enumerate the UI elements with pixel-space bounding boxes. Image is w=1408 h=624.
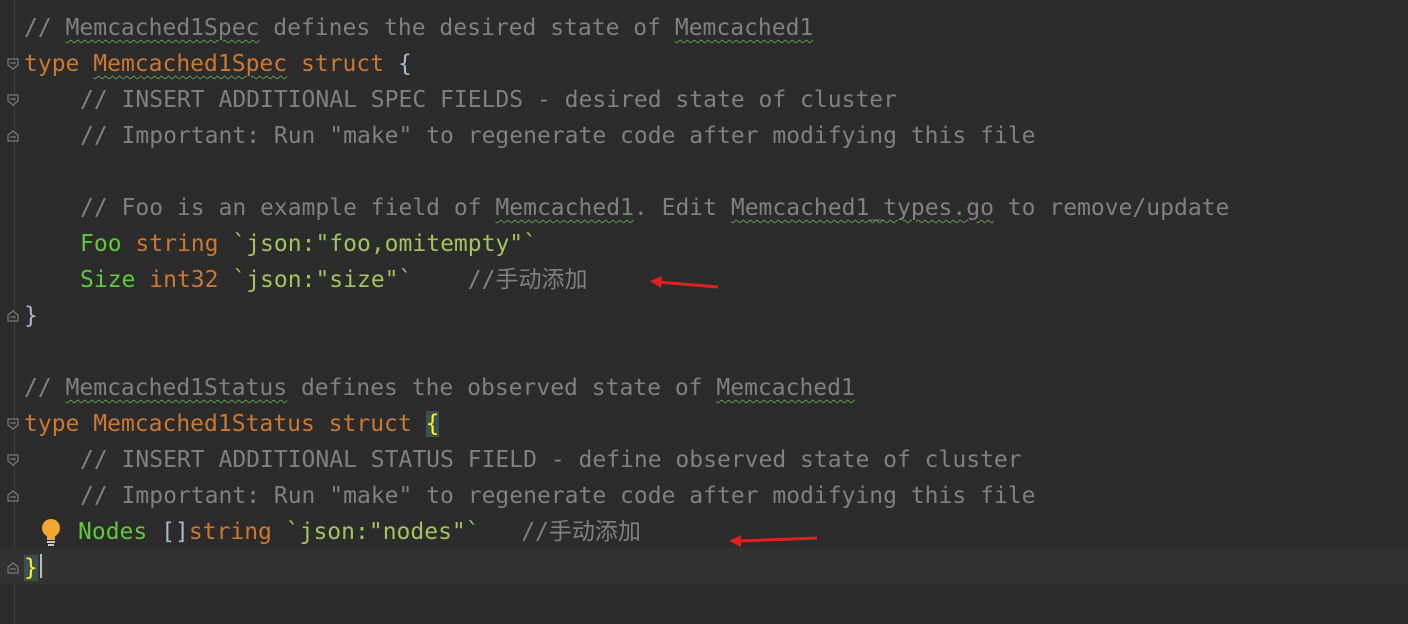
open-brace: { [397, 51, 412, 77]
comment-text: // Foo is an example field of [80, 195, 496, 221]
code-line[interactable]: } [24, 298, 38, 334]
fold-marker-icon[interactable] [6, 93, 20, 107]
file-reference: Memcached1_types.go [730, 195, 994, 221]
inline-comment: //手动添加 [467, 267, 588, 293]
code-line[interactable]: // Memcached1Status defines the observed… [24, 370, 855, 406]
field-type: int32 [149, 267, 219, 293]
comment-text: // INSERT ADDITIONAL STATUS FIELD - defi… [80, 447, 1022, 473]
code-line[interactable]: Size int32 `json:"size"` //手动添加 [80, 262, 587, 298]
red-arrow-annotation [729, 535, 818, 547]
type-reference: Memcached1 [674, 15, 814, 41]
inline-comment: //手动添加 [521, 519, 641, 545]
comment-prefix: // [24, 375, 66, 401]
current-line-highlight [0, 548, 1408, 584]
struct-tag: `json:"foo,omitempty"` [232, 231, 537, 257]
struct-tag: `json:"size"` [232, 267, 413, 293]
comment-text: // Important: Run "make" to regenerate c… [80, 123, 1036, 149]
fold-marker-icon[interactable] [6, 57, 20, 71]
struct-name: Memcached1Spec [93, 51, 288, 77]
lightbulb-icon[interactable] [38, 517, 64, 547]
fold-marker-icon[interactable] [6, 417, 20, 431]
close-brace: } [24, 303, 38, 329]
comment-text: defines the observed state of [287, 375, 717, 401]
code-line[interactable]: Nodes []string `json:"nodes"` //手动添加 [78, 514, 641, 550]
fold-marker-icon[interactable] [6, 561, 20, 575]
code-line[interactable]: // INSERT ADDITIONAL SPEC FIELDS - desir… [80, 82, 897, 118]
comment-prefix: // [24, 15, 66, 41]
close-brace-highlighted: } [24, 555, 38, 581]
type-reference: Memcached1Status [65, 375, 288, 401]
field-name: Size [80, 267, 136, 293]
type-reference: Memcached1Spec [65, 15, 260, 41]
code-line[interactable]: // Foo is an example field of Memcached1… [80, 190, 1229, 226]
field-type: string [188, 519, 272, 545]
struct-name: Memcached1Status [93, 411, 315, 437]
code-line[interactable]: type Memcached1Spec struct { [24, 46, 412, 82]
code-line[interactable]: type Memcached1Status struct { [24, 406, 440, 442]
text-caret [40, 554, 42, 578]
code-line[interactable]: // Memcached1Spec defines the desired st… [24, 10, 813, 46]
comment-text: // Important: Run "make" to regenerate c… [80, 483, 1036, 509]
code-line[interactable]: // Important: Run "make" to regenerate c… [80, 118, 1035, 154]
comment-text: to remove/update [993, 195, 1230, 221]
field-name: Nodes [78, 519, 148, 545]
struct-tag: `json:"nodes"` [285, 519, 480, 545]
code-line[interactable]: // INSERT ADDITIONAL STATUS FIELD - defi… [80, 442, 1022, 478]
type-reference: Memcached1 [716, 375, 855, 401]
fold-marker-icon[interactable] [6, 309, 20, 323]
code-line[interactable]: } [24, 550, 38, 586]
comment-text: // INSERT ADDITIONAL SPEC FIELDS - desir… [80, 87, 897, 113]
keyword-type: type [24, 411, 80, 437]
comment-text: defines the desired state of [259, 15, 675, 41]
code-line[interactable]: // Important: Run "make" to regenerate c… [80, 478, 1035, 514]
keyword-type: type [24, 51, 80, 77]
code-editor[interactable]: // Memcached1Spec defines the desired st… [0, 0, 1408, 624]
keyword-struct: struct [300, 51, 385, 77]
fold-marker-icon[interactable] [6, 453, 20, 467]
open-brace-highlighted: { [425, 411, 440, 437]
field-type: string [135, 231, 219, 257]
slice-brackets: [] [161, 519, 189, 545]
comment-text: . Edit [633, 195, 731, 221]
code-line[interactable]: Foo string `json:"foo,omitempty"` [80, 226, 537, 262]
fold-marker-icon[interactable] [6, 129, 20, 143]
red-arrow-annotation [650, 276, 719, 289]
field-name: Foo [80, 231, 122, 257]
type-reference: Memcached1 [495, 195, 634, 221]
fold-marker-icon[interactable] [6, 489, 20, 503]
keyword-struct: struct [328, 411, 412, 437]
